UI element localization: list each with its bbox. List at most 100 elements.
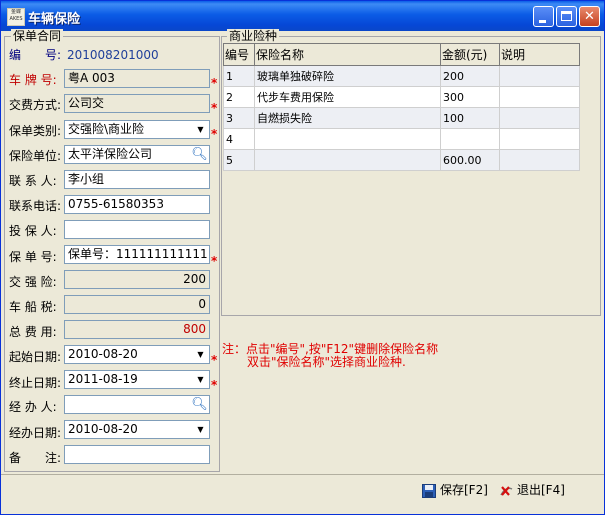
start-date-label: 起始日期: [9, 350, 62, 364]
plate-required-mark: * [211, 76, 218, 90]
close-button[interactable]: ✕ [579, 6, 600, 27]
handler-label: 经 办 人: [9, 400, 57, 414]
usage-note-line-2: 双击"保险名称"选择商业险种. [247, 355, 406, 369]
table-cell[interactable] [254, 128, 441, 150]
chevron-down-icon[interactable]: ▼ [193, 347, 208, 362]
table-cell[interactable]: 600.00 [440, 149, 500, 171]
end-date-value: 2011-08-19 [68, 372, 138, 386]
column-header-amount[interactable]: 金额(元) [440, 43, 500, 66]
handle-date-picker[interactable]: 2010-08-20 ▼ [64, 420, 210, 439]
table-cell[interactable] [499, 86, 580, 108]
phone-field[interactable]: 0755-61580353 [64, 195, 210, 214]
table-cell[interactable]: 200 [440, 65, 500, 87]
floppy-disk-icon [422, 483, 436, 498]
contact-label: 联 系 人: [9, 174, 57, 188]
table-cell[interactable] [499, 149, 580, 171]
table-cell[interactable] [499, 128, 580, 150]
policy-type-label: 保单类别: [9, 124, 62, 138]
insurer-label: 保险单位: [9, 149, 62, 163]
grid-header-row: 编号 保险名称 金额(元) 说明 [223, 43, 580, 66]
policy-type-value: 交强险\商业险 [68, 122, 145, 136]
policy-number-field[interactable]: 保单号：111111111111 [64, 245, 210, 264]
pay-method-label: 交费方式: [9, 98, 62, 112]
table-row[interactable]: 2 代步车费用保险 300 [223, 86, 580, 108]
chevron-down-icon[interactable]: ▼ [193, 122, 208, 137]
insurer-field[interactable]: 太平洋保险公司 🔍︎ [64, 145, 210, 164]
table-cell[interactable]: 5 [223, 149, 255, 171]
vessel-tax-label: 车 船 税: [9, 300, 57, 314]
end-date-label: 终止日期: [9, 376, 62, 390]
table-cell[interactable]: 1 [223, 65, 255, 87]
table-row[interactable]: 1 玻璃单独破碎险 200 [223, 65, 580, 87]
close-icon: ✕ [584, 9, 595, 24]
insured-label: 投 保 人: [9, 224, 57, 238]
table-row[interactable]: 3 自燃损失险 100 [223, 107, 580, 129]
chevron-down-icon[interactable]: ▼ [193, 372, 208, 387]
table-row[interactable]: 4 [223, 128, 580, 150]
save-button-label: 保存[F2] [440, 483, 488, 497]
save-button[interactable]: 保存[F2] [422, 481, 488, 499]
contact-field[interactable]: 李小组 [64, 170, 210, 189]
minimize-button[interactable] [533, 6, 554, 27]
chevron-down-icon[interactable]: ▼ [193, 422, 208, 437]
window-title: 车辆保险 [28, 12, 81, 27]
table-cell[interactable]: 代步车费用保险 [254, 86, 441, 108]
table-cell[interactable]: 100 [440, 107, 500, 129]
commercial-insurance-grid[interactable]: 编号 保险名称 金额(元) 说明 1 玻璃单独破碎险 200 2 代步车费用保险… [223, 43, 580, 171]
minimize-icon [539, 20, 546, 23]
handle-date-label: 经办日期: [9, 426, 62, 440]
number-value[interactable]: 201008201000 [67, 47, 159, 63]
table-cell[interactable]: 300 [440, 86, 500, 108]
number-label: 编 号: [9, 48, 62, 62]
start-date-value: 2010-08-20 [68, 347, 138, 361]
pay-method-field: 公司交 [64, 94, 210, 113]
table-cell[interactable]: 自燃损失险 [254, 107, 441, 129]
plate-label: 车 牌 号: [9, 73, 57, 87]
policy-number-required-mark: * [211, 254, 218, 268]
table-cell[interactable]: 2 [223, 86, 255, 108]
table-cell[interactable]: 玻璃单独破碎险 [254, 65, 441, 87]
insured-field[interactable] [64, 220, 210, 239]
total-fee-field: 800 [64, 320, 210, 339]
column-header-number[interactable]: 编号 [223, 43, 255, 66]
end-date-required-mark: * [211, 378, 218, 392]
column-header-insurance-name[interactable]: 保险名称 [254, 43, 441, 66]
pay-method-required-mark: * [211, 101, 218, 115]
compulsory-insurance-field: 200 [64, 270, 210, 289]
handler-field[interactable]: 🔍︎ [64, 395, 210, 414]
start-date-required-mark: * [211, 353, 218, 367]
remark-label: 备 注: [9, 451, 62, 465]
magnifier-icon[interactable]: 🔍︎ [191, 146, 208, 163]
policy-contract-legend: 保单合同 [11, 29, 64, 43]
commercial-insurance-legend: 商业险种 [227, 29, 280, 43]
title-bar[interactable]: 金蝶 AKES 车辆保险 ✕ [1, 1, 604, 31]
vessel-tax-field: 0 [64, 295, 210, 314]
vehicle-insurance-window: 金蝶 AKES 车辆保险 ✕ 保单合同 商业险种 编 号: 2010082010… [0, 0, 605, 515]
exit-icon [500, 485, 513, 496]
policy-number-label: 保 单 号: [9, 250, 57, 264]
insurer-value: 太平洋保险公司 [68, 147, 153, 161]
table-cell[interactable] [499, 65, 580, 87]
table-cell[interactable] [440, 128, 500, 150]
column-header-description[interactable]: 说明 [499, 43, 580, 66]
policy-type-required-mark: * [211, 127, 218, 141]
table-cell[interactable] [254, 149, 441, 171]
maximize-icon [561, 11, 572, 21]
phone-label: 联系电话: [9, 199, 62, 213]
table-cell[interactable] [499, 107, 580, 129]
footer-divider [1, 474, 604, 475]
exit-button-label: 退出[F4] [517, 483, 565, 497]
end-date-picker[interactable]: 2011-08-19 ▼ [64, 370, 210, 389]
start-date-picker[interactable]: 2010-08-20 ▼ [64, 345, 210, 364]
table-cell[interactable]: 3 [223, 107, 255, 129]
table-cell[interactable]: 4 [223, 128, 255, 150]
handle-date-value: 2010-08-20 [68, 422, 138, 436]
exit-button[interactable]: 退出[F4] [499, 481, 565, 499]
table-row-summary[interactable]: 5 600.00 [223, 149, 580, 171]
total-fee-label: 总 费 用: [9, 325, 57, 339]
compulsory-insurance-label: 交 强 险: [9, 275, 57, 289]
remark-field[interactable] [64, 445, 210, 464]
maximize-button[interactable] [556, 6, 577, 27]
policy-type-select[interactable]: 交强险\商业险 ▼ [64, 120, 210, 139]
magnifier-icon[interactable]: 🔍︎ [191, 396, 208, 413]
